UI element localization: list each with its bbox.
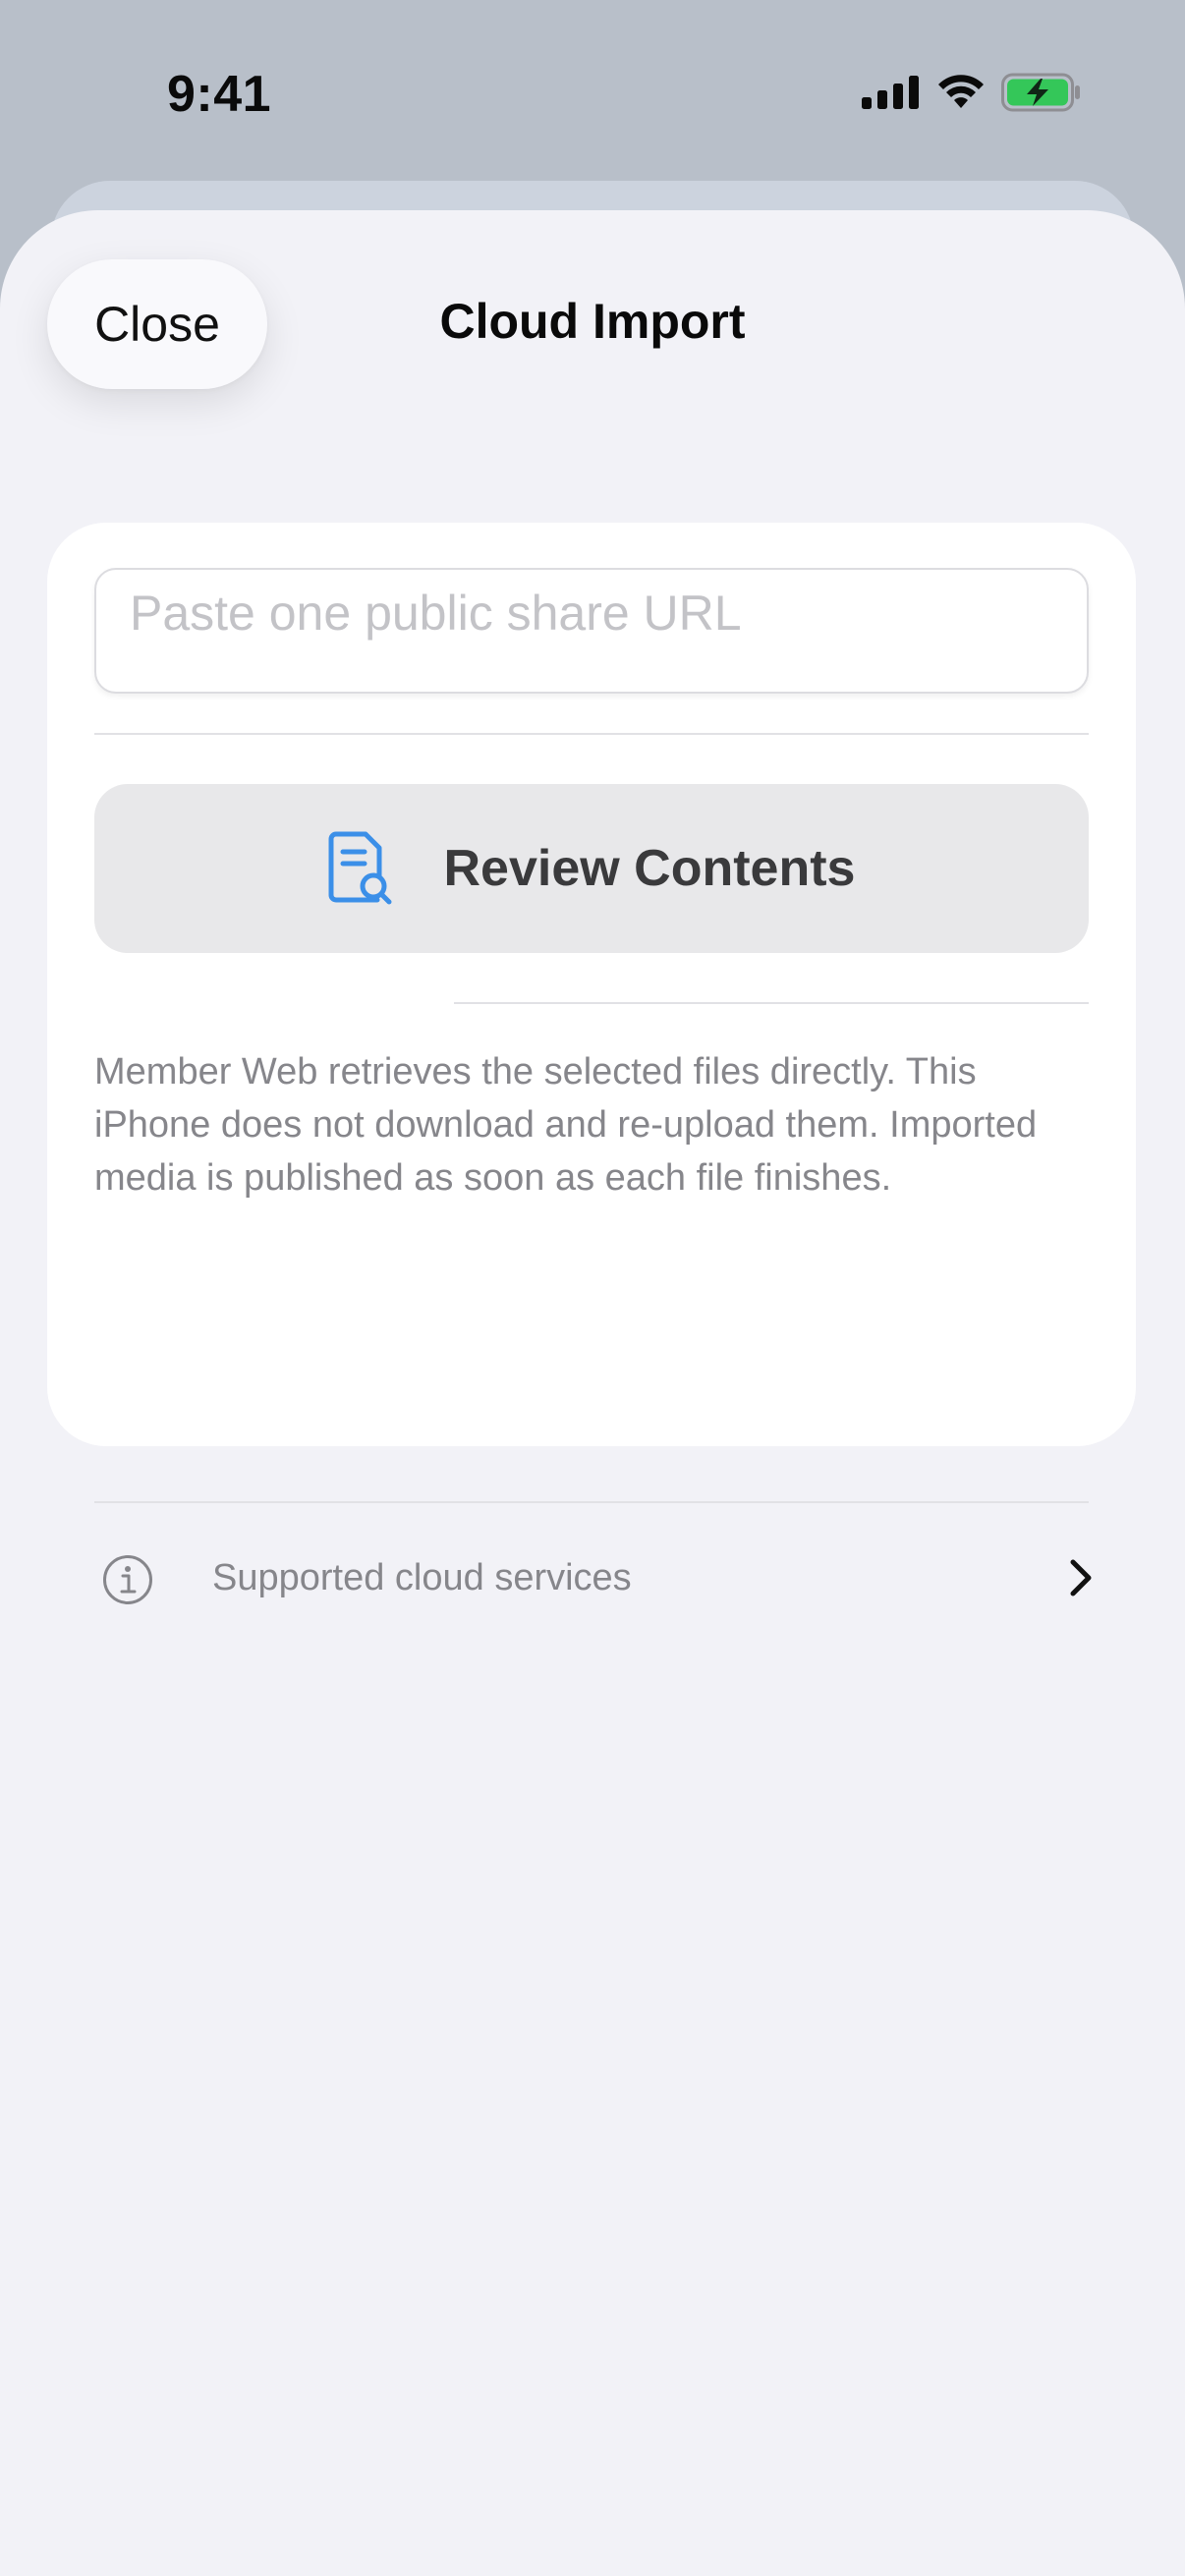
import-card: Review Contents Member Web retrieves the… (47, 523, 1136, 1604)
status-icons (862, 73, 1082, 112)
url-input[interactable] (96, 570, 1087, 692)
review-contents-button[interactable]: Review Contents (94, 784, 1089, 953)
divider (454, 1002, 1089, 1004)
info-circle-icon (102, 1554, 153, 1605)
chevron-right-icon (1069, 1558, 1093, 1597)
status-bar: 9:41 (0, 0, 1185, 187)
divider (94, 733, 1089, 735)
document-search-icon (328, 831, 393, 906)
page-title: Cloud Import (439, 294, 746, 349)
battery-charging-icon (1001, 73, 1082, 112)
supported-services-row[interactable]: Supported cloud services (47, 1503, 1136, 1660)
supported-services-label: Supported cloud services (212, 1557, 632, 1598)
wifi-icon (936, 75, 986, 110)
import-description: Member Web retrieves the selected files … (94, 1051, 1038, 1199)
cloud-import-sheet: Close Cloud Import Review Contents Membe… (0, 210, 1185, 2576)
status-time: 9:41 (167, 66, 272, 123)
signal-icon (862, 76, 921, 109)
url-field-container (94, 568, 1089, 694)
review-contents-label: Review Contents (443, 840, 856, 897)
